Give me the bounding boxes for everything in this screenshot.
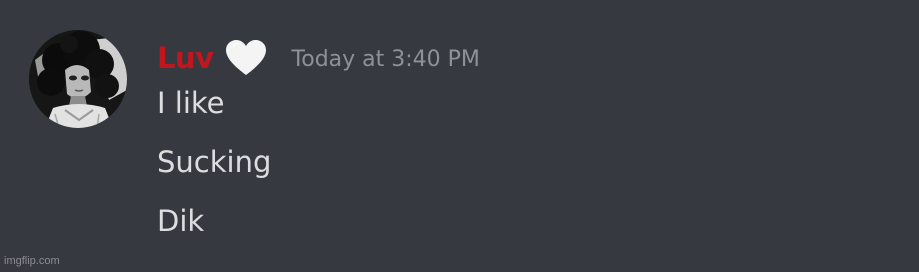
- watermark: imgflip.com: [4, 255, 60, 267]
- chat-message: Luv Today at 3:40 PM I like Sucking Dik: [0, 0, 919, 272]
- message-header: Luv Today at 3:40 PM: [157, 36, 480, 80]
- message-timestamp[interactable]: Today at 3:40 PM: [292, 49, 480, 71]
- avatar[interactable]: [29, 30, 127, 128]
- white-heart-icon: [224, 38, 268, 78]
- message-line: Sucking: [157, 145, 272, 179]
- message-line: Dik: [157, 204, 205, 238]
- author-name[interactable]: Luv: [157, 43, 214, 73]
- message-line: I like: [157, 86, 225, 120]
- avatar-image: [29, 30, 127, 128]
